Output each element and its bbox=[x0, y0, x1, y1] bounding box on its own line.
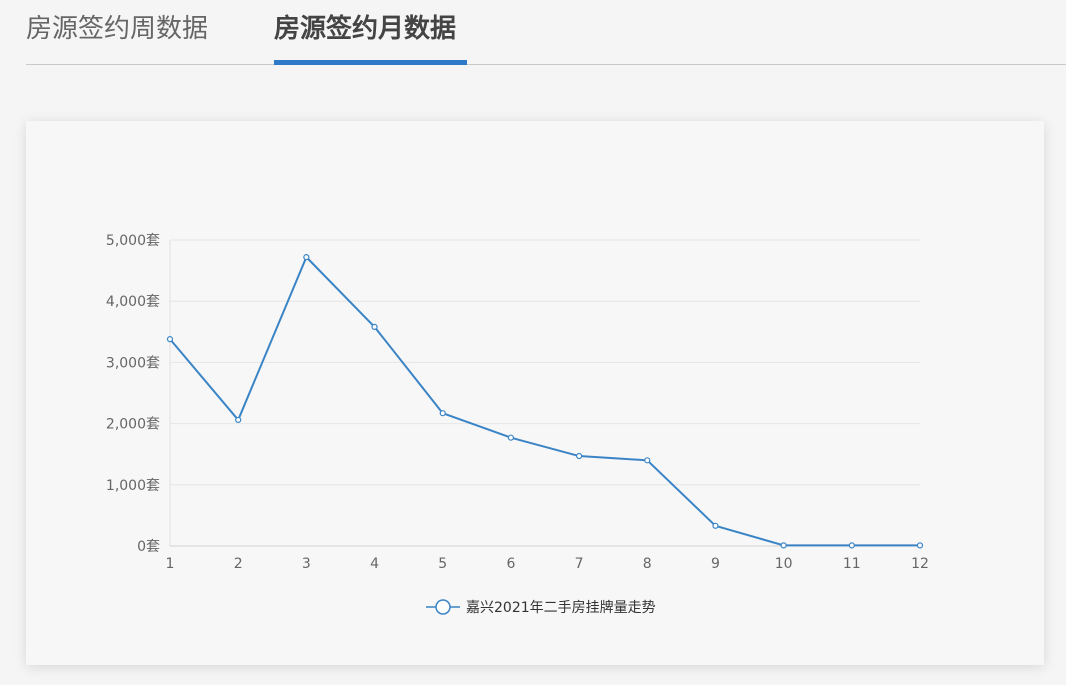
data-point bbox=[507, 434, 515, 441]
x-tick-label: 12 bbox=[911, 556, 929, 572]
legend-label: 嘉兴2021年二手房挂牌量走势 bbox=[466, 599, 656, 616]
tab-monthly-data[interactable]: 房源签约月数据 bbox=[274, 12, 456, 64]
x-tick-label: 4 bbox=[370, 556, 379, 572]
active-tab-indicator bbox=[274, 60, 467, 65]
y-tick-label: 3,000套 bbox=[106, 355, 160, 371]
y-tick-label: 0套 bbox=[137, 539, 160, 555]
x-tick-label: 1 bbox=[166, 556, 175, 572]
x-tick-label: 9 bbox=[711, 556, 720, 572]
x-tick-label: 7 bbox=[575, 556, 584, 572]
x-tick-label: 6 bbox=[506, 556, 515, 572]
x-tick-label: 11 bbox=[843, 556, 861, 572]
data-point bbox=[575, 452, 583, 460]
x-tick-label: 3 bbox=[302, 556, 311, 572]
data-point bbox=[371, 323, 378, 331]
series-line bbox=[169, 256, 920, 547]
tab-bar: 房源签约周数据 房源签约月数据 bbox=[26, 0, 1066, 65]
x-tick-label: 10 bbox=[775, 556, 793, 572]
data-point bbox=[303, 254, 310, 261]
x-tick-label: 2 bbox=[234, 556, 243, 572]
data-point bbox=[848, 542, 855, 549]
line-chart: 0套1,000套2,000套3,000套4,000套5,000套1 2 3 4 5 6 7 8… bbox=[106, 233, 929, 616]
data-point bbox=[439, 410, 446, 417]
data-point bbox=[780, 542, 787, 549]
x-tick-label: 5 bbox=[438, 556, 447, 572]
x-tick-label: 8 bbox=[643, 556, 652, 572]
y-tick-label: 4,000套 bbox=[106, 294, 160, 310]
chart-card: 0套 1,000套 2,000套 3,000套 4,000套 5,000套 1 2 3 4 5 6 7 8… bbox=[26, 121, 1044, 665]
tab-weekly-data[interactable]: 房源签约周数据 bbox=[26, 12, 208, 64]
y-tick-label: 1,000套 bbox=[106, 478, 160, 494]
data-point bbox=[235, 416, 242, 424]
data-point bbox=[712, 522, 719, 529]
data-point bbox=[916, 542, 924, 549]
data-point bbox=[644, 457, 651, 464]
legend-marker bbox=[435, 599, 451, 615]
y-tick-label: 5,000套 bbox=[106, 233, 160, 249]
data-point bbox=[166, 336, 174, 343]
y-tick-label: 2,000套 bbox=[106, 417, 160, 433]
